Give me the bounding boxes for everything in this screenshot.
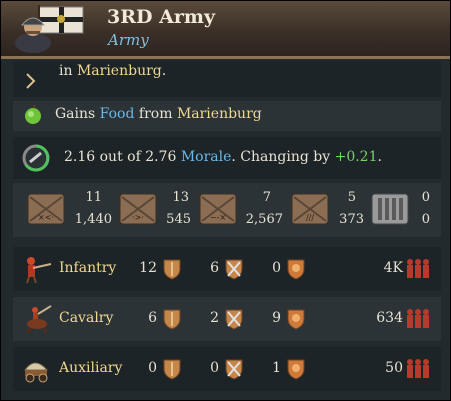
cavalry-card-count: 13 bbox=[172, 190, 189, 205]
troop-label-cavalry: Cavalry bbox=[59, 310, 114, 326]
soldiers-icon bbox=[407, 259, 429, 278]
location-place[interactable]: Marienburg bbox=[77, 63, 162, 79]
cavalry-count-b: 2 bbox=[210, 310, 219, 326]
food-text: Gains Food from Marienburg bbox=[55, 106, 262, 122]
infantry-count-b: 6 bbox=[210, 260, 219, 276]
morale-text: 2.16 out of 2.76 Morale. Changing by +0.… bbox=[64, 149, 382, 165]
infantry-card-men: 1,440 bbox=[74, 212, 112, 227]
attack-shield-icon bbox=[163, 359, 181, 380]
soldiers-icon bbox=[407, 359, 429, 378]
army-panel: 3RD Army Army in Marienburg. Gains Food … bbox=[0, 0, 451, 401]
morale-keyword[interactable]: Morale bbox=[181, 149, 232, 165]
infantry-count-a: 12 bbox=[139, 260, 157, 276]
cavalry-icon bbox=[27, 305, 52, 334]
army-title: 3RD Army bbox=[107, 6, 215, 28]
army-subtitle: Army bbox=[108, 31, 149, 49]
infantry-card-count: 11 bbox=[85, 190, 102, 205]
food-apple-icon bbox=[25, 105, 41, 124]
skirmisher-card-men: 373 bbox=[339, 212, 364, 227]
defense-shield-icon bbox=[287, 309, 305, 330]
cavalry-card-men: 545 bbox=[166, 212, 191, 227]
infantry-icon bbox=[26, 257, 52, 284]
auxiliary-count-c: 1 bbox=[272, 360, 281, 376]
artillery-card-men: 2,567 bbox=[245, 212, 283, 227]
attack-shield-icon bbox=[163, 309, 181, 330]
troop-label-infantry: Infantry bbox=[59, 260, 117, 276]
svg-text:~-×: ~-× bbox=[210, 213, 226, 222]
cavalry-strength: 634 bbox=[376, 310, 403, 326]
svg-text:×<·: ×<· bbox=[38, 213, 54, 222]
reserve-card-count: 0 bbox=[421, 190, 430, 205]
artillery-card-count: 7 bbox=[262, 190, 271, 205]
auxiliary-count-a: 0 bbox=[148, 360, 157, 376]
crossed-swords-shield-icon bbox=[225, 259, 243, 280]
morale-change: +0.21 bbox=[334, 149, 378, 165]
auxiliary-count-b: 0 bbox=[210, 360, 219, 376]
auxiliary-wagon-icon bbox=[24, 362, 49, 383]
chevron-right-icon[interactable] bbox=[23, 71, 39, 91]
crossed-swords-shield-icon bbox=[225, 309, 243, 330]
infantry-strength: 4K bbox=[383, 260, 403, 276]
cavalry-count-c: 9 bbox=[272, 310, 281, 326]
infantry-count-c: 0 bbox=[272, 260, 281, 276]
crossed-swords-shield-icon bbox=[225, 359, 243, 380]
skirmisher-card-count: 5 bbox=[347, 190, 356, 205]
reserve-card-men: 0 bbox=[421, 212, 430, 227]
food-place[interactable]: Marienburg bbox=[177, 106, 262, 122]
troop-label-auxiliary: Auxiliary bbox=[59, 360, 123, 376]
defense-shield-icon bbox=[287, 259, 305, 280]
cavalry-count-a: 6 bbox=[148, 310, 157, 326]
defense-shield-icon bbox=[287, 359, 305, 380]
morale-gauge-icon bbox=[22, 144, 50, 172]
commander-portrait bbox=[15, 5, 84, 53]
location-text: in Marienburg. bbox=[59, 63, 167, 79]
food-keyword[interactable]: Food bbox=[100, 106, 135, 122]
army-header: 3RD Army Army bbox=[1, 1, 450, 59]
attack-shield-icon bbox=[163, 259, 181, 280]
auxiliary-strength: 50 bbox=[385, 360, 403, 376]
soldiers-icon bbox=[407, 309, 429, 328]
